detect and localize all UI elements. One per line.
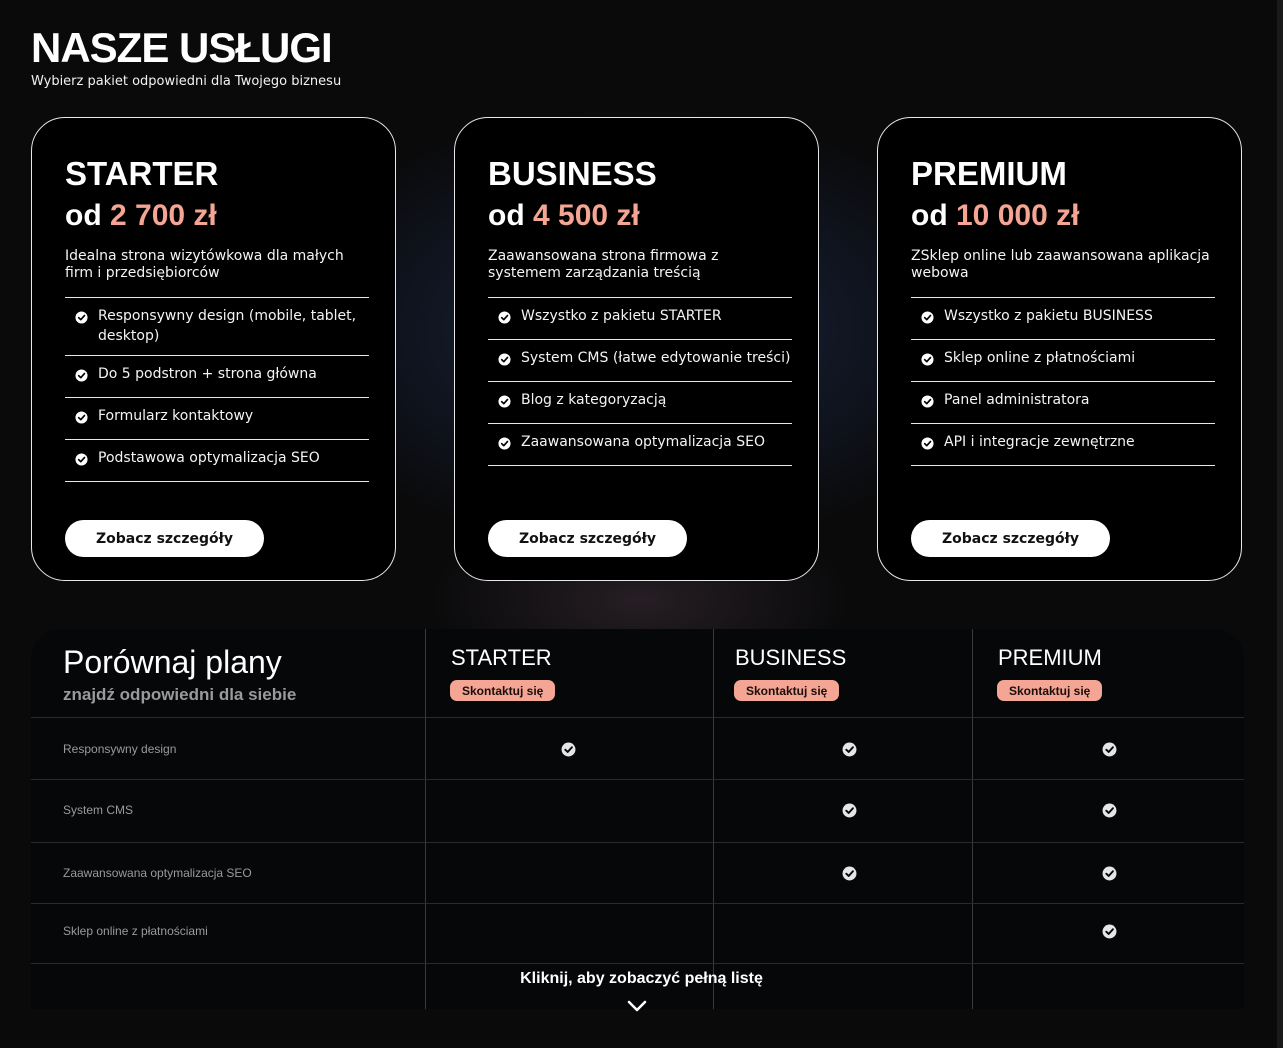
plan-feature-label: Responsywny design (mobile, tablet, desk… bbox=[98, 308, 357, 344]
check-circle-icon bbox=[921, 352, 934, 372]
check-circle-icon bbox=[842, 866, 857, 881]
plan-description: Zaawansowana strona firmowa z systemem z… bbox=[488, 248, 719, 281]
plan-price: od 4 500 zł bbox=[488, 196, 792, 236]
plan-price-amount: 10 000 zł bbox=[956, 199, 1080, 232]
plan-feature-label: API i integracje zewnętrzne bbox=[944, 434, 1135, 450]
check-circle-icon bbox=[498, 352, 511, 372]
scrollbar[interactable] bbox=[1277, 0, 1283, 1048]
plan-description: Idealna strona wizytówkowa dla małych fi… bbox=[65, 248, 344, 281]
row-divider bbox=[31, 717, 1244, 718]
contact-button[interactable]: Skontaktuj się bbox=[734, 680, 840, 701]
compare-row-label: Responsywny design bbox=[63, 742, 177, 756]
plan-feature: Blog z kategoryzacją bbox=[488, 382, 792, 424]
check-circle-icon bbox=[75, 368, 88, 388]
plan-description: ZSklep online lub zaawansowana aplikacja… bbox=[911, 248, 1210, 281]
plan-feature: API i integracje zewnętrzne bbox=[911, 424, 1215, 466]
plan-feature: Do 5 podstron + strona główna bbox=[65, 356, 369, 398]
row-divider bbox=[31, 903, 1244, 904]
check-circle-icon bbox=[921, 310, 934, 330]
plan-feature: System CMS (łatwe edytowanie treści) bbox=[488, 340, 792, 382]
row-divider bbox=[31, 963, 1244, 964]
show-full-list-link[interactable]: Kliknij, aby zobaczyć pełną listę bbox=[0, 970, 1283, 988]
plan-feature: Podstawowa optymalizacja SEO bbox=[65, 440, 369, 482]
plan-price: od 10 000 zł bbox=[911, 196, 1215, 236]
compare-subtitle: znajdź odpowiedni dla siebie bbox=[63, 685, 297, 704]
plan-price-amount: 2 700 zł bbox=[110, 199, 217, 232]
plan-feature: Panel administratora bbox=[911, 382, 1215, 424]
plan-feature-label: Wszystko z pakietu STARTER bbox=[521, 308, 722, 324]
plan-price-prefix: od bbox=[911, 199, 948, 232]
plan-feature-label: Wszystko z pakietu BUSINESS bbox=[944, 308, 1153, 324]
plan-card-starter: STARTER od 2 700 zł Idealna strona wizytów… bbox=[31, 117, 396, 581]
see-details-button[interactable]: Zobacz szczegóły bbox=[488, 520, 687, 557]
plan-price: od 2 700 zł bbox=[65, 196, 369, 236]
plan-feature-list: Wszystko z pakietu STARTER System CMS (ła… bbox=[488, 297, 792, 466]
compare-title: Porównaj plany bbox=[63, 644, 282, 680]
row-divider bbox=[31, 779, 1244, 780]
check-circle-icon bbox=[75, 310, 88, 330]
row-divider bbox=[31, 842, 1244, 843]
plan-price-prefix: od bbox=[65, 199, 102, 232]
check-circle-icon bbox=[498, 436, 511, 456]
plan-feature-label: Blog z kategoryzacją bbox=[521, 392, 667, 408]
compare-row-label: System CMS bbox=[63, 803, 134, 817]
compare-column-business: BUSINESS bbox=[735, 645, 847, 670]
check-circle-icon bbox=[1102, 742, 1117, 757]
page-title: NASZE USŁUGI bbox=[31, 24, 333, 71]
check-circle-icon bbox=[1102, 866, 1117, 881]
plan-feature: Zaawansowana optymalizacja SEO bbox=[488, 424, 792, 466]
plan-feature-label: System CMS (łatwe edytowanie treści) bbox=[521, 350, 791, 366]
plan-name: BUSINESS bbox=[488, 155, 657, 192]
plan-card-business: BUSINESS od 4 500 zł Zaawansowana strona f… bbox=[454, 117, 819, 581]
compare-row-label: Zaawansowana optymalizacja SEO bbox=[63, 866, 252, 880]
contact-button[interactable]: Skontaktuj się bbox=[997, 680, 1103, 701]
page-subtitle: Wybierz pakiet odpowiedni dla Twojego bi… bbox=[31, 74, 342, 89]
plan-feature: Responsywny design (mobile, tablet, desk… bbox=[65, 298, 369, 356]
check-circle-icon bbox=[498, 310, 511, 330]
plan-feature-list: Wszystko z pakietu BUSINESS Sklep online … bbox=[911, 297, 1215, 466]
check-circle-icon bbox=[75, 410, 88, 430]
plan-feature-list: Responsywny design (mobile, tablet, desk… bbox=[65, 297, 369, 482]
check-circle-icon bbox=[842, 742, 857, 757]
check-circle-icon bbox=[921, 394, 934, 414]
plan-feature: Wszystko z pakietu STARTER bbox=[488, 298, 792, 340]
plan-name: PREMIUM bbox=[911, 155, 1067, 192]
plan-price-amount: 4 500 zł bbox=[533, 199, 640, 232]
plan-feature-label: Zaawansowana optymalizacja SEO bbox=[521, 434, 765, 450]
plan-feature-label: Do 5 podstron + strona główna bbox=[98, 366, 317, 382]
check-circle-icon bbox=[561, 742, 576, 757]
plan-feature: Formularz kontaktowy bbox=[65, 398, 369, 440]
plan-card-premium: PREMIUM od 10 000 zł ZSklep online lub zaa… bbox=[877, 117, 1242, 581]
column-divider bbox=[972, 629, 973, 1009]
plan-feature: Wszystko z pakietu BUSINESS bbox=[911, 298, 1215, 340]
check-circle-icon bbox=[75, 452, 88, 472]
check-circle-icon bbox=[498, 394, 511, 414]
see-details-button[interactable]: Zobacz szczegóły bbox=[65, 520, 264, 557]
column-divider bbox=[425, 629, 426, 1009]
compare-row-label: Sklep online z płatnościami bbox=[63, 924, 208, 938]
plan-feature-label: Formularz kontaktowy bbox=[98, 408, 254, 424]
plan-feature-label: Podstawowa optymalizacja SEO bbox=[98, 450, 320, 466]
compare-column-starter: STARTER bbox=[451, 645, 552, 670]
compare-column-premium: PREMIUM bbox=[998, 645, 1102, 670]
plan-feature-label: Sklep online z płatnościami bbox=[944, 350, 1136, 366]
check-circle-icon bbox=[1102, 803, 1117, 818]
plan-feature-label: Panel administratora bbox=[944, 392, 1090, 408]
plan-name: STARTER bbox=[65, 155, 219, 192]
plan-price-prefix: od bbox=[488, 199, 525, 232]
chevron-down-icon[interactable] bbox=[627, 1000, 647, 1012]
check-circle-icon bbox=[842, 803, 857, 818]
contact-button[interactable]: Skontaktuj się bbox=[450, 680, 556, 701]
see-details-button[interactable]: Zobacz szczegóły bbox=[911, 520, 1110, 557]
column-divider bbox=[713, 629, 714, 1009]
plan-feature: Sklep online z płatnościami bbox=[911, 340, 1215, 382]
check-circle-icon bbox=[1102, 924, 1117, 939]
compare-table: Porównaj plany znajdź odpowiedni dla sie… bbox=[31, 629, 1244, 1009]
check-circle-icon bbox=[921, 436, 934, 456]
